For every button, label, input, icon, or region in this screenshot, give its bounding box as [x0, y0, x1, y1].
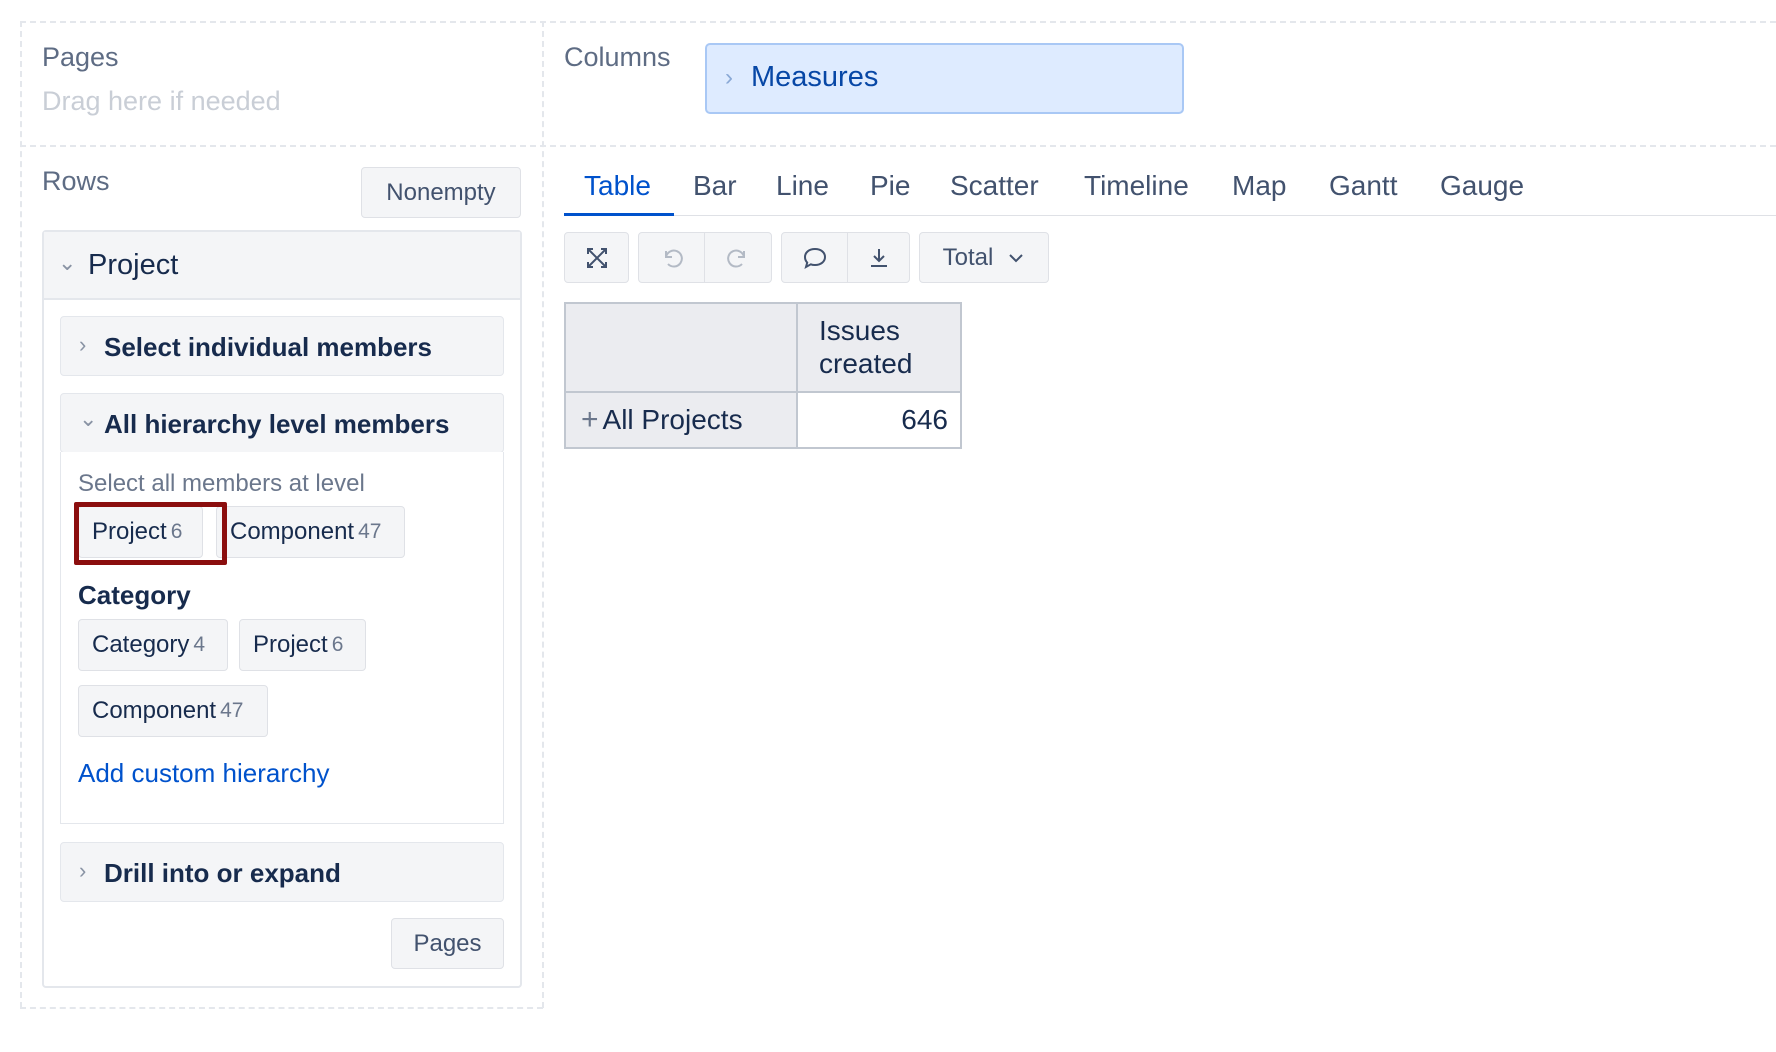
category-hierarchy-title: Category: [78, 580, 191, 610]
row-label: All Projects: [602, 404, 743, 435]
chip-count: 6: [170, 520, 183, 543]
pages-button[interactable]: Pages: [391, 918, 504, 969]
expand-plus-icon[interactable]: +: [581, 403, 599, 436]
total-label: Total: [942, 243, 994, 271]
redo-button[interactable]: [704, 232, 772, 283]
header-text: created: [819, 348, 913, 379]
chip-label: Project: [253, 631, 328, 658]
select-individual-members-section[interactable]: › Select individual members: [60, 316, 504, 376]
comment-icon: [803, 247, 826, 269]
chip-count: 4: [193, 633, 206, 656]
section-label: All hierarchy level members: [104, 409, 450, 439]
tab-table[interactable]: Table: [584, 170, 651, 202]
layout-divider: [20, 1007, 543, 1009]
table-header-row: Issues created: [564, 302, 962, 393]
header-text: Issues: [819, 315, 900, 346]
chip-count: 47: [220, 699, 244, 722]
undo-icon: [664, 249, 683, 268]
chevron-right-icon: ›: [725, 64, 733, 91]
tab-line[interactable]: Line: [776, 170, 829, 202]
fullscreen-button[interactable]: [564, 232, 629, 283]
corner-cell: [564, 302, 798, 393]
download-icon: [870, 248, 887, 267]
layout-divider: [542, 21, 544, 1008]
redo-icon: [727, 249, 745, 268]
tab-bar[interactable]: Bar: [693, 170, 737, 202]
tab-gantt[interactable]: Gantt: [1329, 170, 1397, 202]
add-custom-hierarchy-link[interactable]: Add custom hierarchy: [78, 758, 329, 789]
chip-label: Component: [230, 518, 355, 545]
table-row: + All Projects 646: [564, 391, 962, 449]
chip-label: Category: [92, 631, 190, 658]
value-cell: 646: [796, 391, 962, 449]
section-label: Drill into or expand: [104, 858, 341, 888]
all-hierarchy-level-members-section[interactable]: ⌄ All hierarchy level members: [60, 393, 504, 453]
report-table: Issues created + All Projects 646: [564, 302, 962, 449]
chevron-down-icon: ⌄: [58, 250, 77, 275]
tab-timeline[interactable]: Timeline: [1084, 170, 1189, 202]
row-header-all-projects[interactable]: + All Projects: [564, 391, 798, 449]
drill-into-or-expand-section[interactable]: › Drill into or expand: [60, 842, 504, 902]
expand-icon: [586, 247, 607, 268]
tab-pie[interactable]: Pie: [870, 170, 910, 202]
chevron-down-icon: ⌄: [79, 406, 98, 431]
undo-button[interactable]: [638, 232, 705, 283]
chevron-down-icon: [1009, 253, 1024, 262]
layout-divider: [20, 145, 1776, 147]
level-chip-component[interactable]: Component 47: [216, 506, 405, 558]
pages-title: Pages: [42, 42, 119, 72]
tab-divider: [564, 215, 1776, 216]
columns-title: Columns: [564, 42, 671, 72]
layout-divider: [20, 21, 22, 1008]
chip-label: Component: [92, 697, 217, 724]
tab-scatter[interactable]: Scatter: [950, 170, 1039, 202]
tab-gauge[interactable]: Gauge: [1440, 170, 1524, 202]
level-chip-category[interactable]: Category 4: [78, 619, 228, 671]
total-dropdown[interactable]: Total: [919, 232, 1049, 283]
chip-count: 47: [358, 520, 382, 543]
tab-map[interactable]: Map: [1232, 170, 1286, 202]
chip-label: Project: [92, 518, 167, 545]
dimension-name: Project: [88, 249, 179, 281]
measures-chip[interactable]: › Measures: [705, 43, 1184, 114]
comment-button[interactable]: [781, 232, 848, 283]
level-chip-component[interactable]: Component 47: [78, 685, 268, 737]
layout-divider: [20, 21, 1776, 23]
pages-drop-zone[interactable]: Drag here if needed: [42, 86, 281, 117]
project-panel-header[interactable]: ⌄ Project: [44, 232, 520, 300]
export-button[interactable]: [847, 232, 910, 283]
chevron-right-icon: ›: [79, 858, 87, 883]
nonempty-button[interactable]: Nonempty: [361, 167, 521, 218]
column-header-issues-created[interactable]: Issues created: [796, 302, 962, 393]
chip-count: 6: [331, 633, 344, 656]
rows-title: Rows: [42, 166, 110, 196]
level-chip-project[interactable]: Project 6: [78, 506, 203, 558]
measures-label: Measures: [751, 61, 879, 93]
select-all-hint: Select all members at level: [78, 470, 365, 497]
level-chip-project[interactable]: Project 6: [239, 619, 366, 671]
chevron-right-icon: ›: [79, 332, 87, 357]
section-label: Select individual members: [104, 332, 433, 362]
active-tab-indicator: [564, 213, 674, 216]
